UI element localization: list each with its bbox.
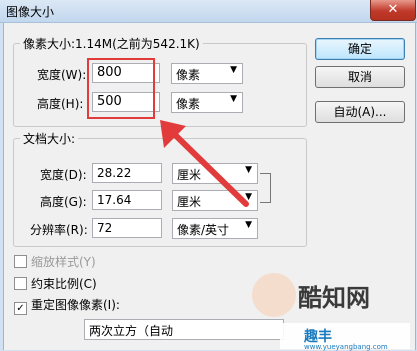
- close-icon: ✕: [387, 2, 399, 17]
- pixel-height-unit-select[interactable]: 像素 ▼: [171, 92, 243, 113]
- scale-styles-label: 缩放样式(Y): [31, 255, 96, 269]
- auto-button[interactable]: 自动(A)...: [315, 101, 405, 123]
- close-button[interactable]: ✕: [370, 0, 416, 21]
- chevron-down-icon: ▼: [245, 220, 252, 230]
- resample-option[interactable]: ✓ 重定图像像素(I):: [14, 296, 120, 315]
- document-size-legend: 文档大小:: [23, 132, 76, 146]
- chevron-down-icon: ▼: [230, 65, 237, 75]
- resolution-unit-value: 像素/英寸: [177, 223, 230, 237]
- resample-method-value: 两次立方（自动: [89, 324, 174, 338]
- pixel-width-label: 宽度(W):: [37, 68, 87, 82]
- resolution-unit-select[interactable]: 像素/英寸 ▼: [172, 218, 258, 239]
- doc-height-input[interactable]: 17.64: [92, 190, 162, 210]
- pixel-height-label: 高度(H):: [37, 97, 84, 111]
- scale-styles-checkbox[interactable]: [14, 255, 27, 268]
- pixel-dimensions-legend: 像素大小:1.14M(之前为542.1K): [23, 37, 200, 51]
- pixel-height-unit-value: 像素: [176, 97, 201, 111]
- resample-label: 重定图像像素(I):: [31, 298, 120, 312]
- resample-checkbox[interactable]: ✓: [14, 302, 27, 315]
- resolution-label: 分辨率(R):: [30, 223, 88, 237]
- cancel-button[interactable]: 取消: [315, 66, 405, 88]
- watermark-logo-icon: [252, 273, 296, 317]
- ok-button[interactable]: 确定: [315, 38, 405, 60]
- window-title: 图像大小: [6, 5, 55, 19]
- resolution-input[interactable]: 72: [92, 218, 162, 238]
- constrain-proportions-option[interactable]: 约束比例(C): [14, 275, 97, 292]
- constrain-proportions-label: 约束比例(C): [31, 277, 97, 291]
- title-bar: 图像大小 ✕: [0, 0, 417, 23]
- highlight-box: [87, 58, 155, 119]
- resample-method-select[interactable]: 两次立方（自动: [84, 319, 284, 340]
- doc-height-label: 高度(G):: [40, 195, 87, 209]
- chevron-down-icon: ▼: [230, 94, 237, 104]
- watermark-brand1: 酷知网: [298, 284, 370, 312]
- doc-width-label: 宽度(D):: [40, 168, 87, 182]
- checkmark-icon: ✓: [16, 303, 25, 314]
- pixel-width-unit-select[interactable]: 像素 ▼: [171, 63, 243, 84]
- scale-styles-option[interactable]: 缩放样式(Y): [14, 253, 96, 270]
- pixel-width-unit-value: 像素: [176, 68, 201, 82]
- doc-width-input[interactable]: 28.22: [92, 163, 162, 183]
- link-bracket: [260, 173, 271, 203]
- constrain-proportions-checkbox[interactable]: [14, 277, 27, 290]
- dialog-body: 像素大小:1.14M(之前为542.1K) 宽度(W): 800 像素 ▼ 高度…: [3, 23, 416, 351]
- annotation-arrow: [160, 120, 249, 207]
